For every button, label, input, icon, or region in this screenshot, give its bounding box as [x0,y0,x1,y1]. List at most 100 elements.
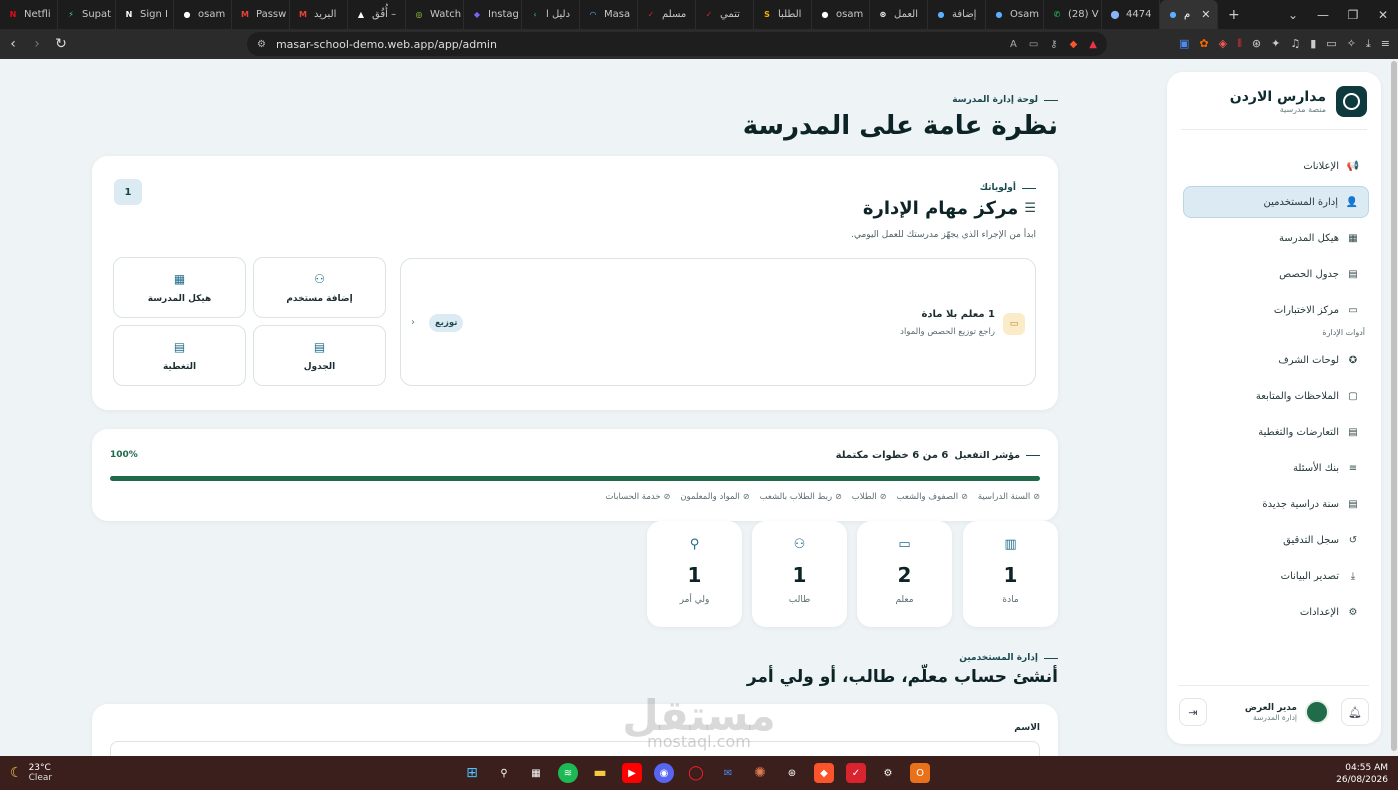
sidebar-item[interactable]: ▤ التعارضات والتغطية [1183,416,1369,448]
browser-tab[interactable]: S الطلبا [754,0,812,29]
wallet-icon[interactable]: ▭ [1326,37,1336,51]
name-input[interactable] [110,741,1040,756]
brave-rewards-icon[interactable]: ▲ [1089,39,1097,50]
claude-icon[interactable]: ✺ [750,763,770,783]
password-key-icon[interactable]: ⚷ [1050,39,1057,50]
search-icon[interactable]: ⚲ [494,763,514,783]
office-icon[interactable]: O [910,763,930,783]
maximize-button[interactable]: ❐ [1338,8,1368,22]
browser-tab[interactable]: ‹ دليل ا [522,0,580,29]
weather-widget[interactable]: ☾ 23°C Clear [10,763,52,783]
leo-ai-icon[interactable]: ✧ [1347,37,1356,51]
translate-icon[interactable]: A [1010,39,1017,50]
music-icon[interactable]: ♫ [1290,37,1300,51]
mail-icon[interactable]: ✉ [718,763,738,783]
sidebar-item[interactable]: ▤ سنة دراسية جديدة [1183,488,1369,520]
app-icon[interactable]: ✓ [846,763,866,783]
browser-tab[interactable]: N Netfli [0,0,58,29]
sidebar-item[interactable]: ▤ جدول الحصص [1183,258,1369,290]
stat-teachers[interactable]: ▭ 2 معلم [857,521,952,627]
forward-icon[interactable]: › [26,36,48,52]
avatar[interactable] [1305,700,1329,724]
school-structure-button[interactable]: ▦ هيكل المدرسة [113,257,246,318]
priority-tag[interactable]: توزيع [429,314,464,332]
browser-tab[interactable]: N Sign I [116,0,174,29]
extension-icon[interactable]: ▣ [1179,37,1189,51]
address-bar[interactable]: ⚙ masar-school-demo.web.app/app/admin A … [247,32,1107,56]
brave-icon[interactable]: ◆ [814,763,834,783]
sidebar-item[interactable]: ⚙ الإعدادات [1183,596,1369,628]
brand[interactable]: مدارس الاردن منصة مدرسية [1230,86,1367,117]
stat-parents[interactable]: ⚲ 1 ولي أمر [647,521,742,627]
tab-search-icon[interactable]: ⌄ [1278,8,1308,22]
browser-tab[interactable]: M البريد [290,0,348,29]
browser-tab[interactable]: ● إضافة [928,0,986,29]
browser-tab[interactable]: ◆ Instag [464,0,522,29]
close-window-button[interactable]: ✕ [1368,8,1398,22]
browser-tab[interactable]: ⬤ 4474 [1102,0,1160,29]
stat-value: 1 [792,563,807,587]
schedule-button[interactable]: ▤ الجدول [253,325,386,386]
stat-students[interactable]: ⚇ 1 طالب [752,521,847,627]
windows-start-icon[interactable]: ⊞ [462,763,482,783]
browser-tab[interactable]: ● Osam [986,0,1044,29]
sidebar-item[interactable]: ▦ هيكل المدرسة [1183,222,1369,254]
logout-icon[interactable]: ⇥ [1179,698,1207,726]
stat-label: مادة [1002,595,1019,605]
browser-tab[interactable]: ⚡ Supat [58,0,116,29]
browser-tab[interactable]: ◠ Masa [580,0,638,29]
sidebar-toggle-icon[interactable]: ▮ [1310,37,1316,51]
cast-icon[interactable]: ▭ [1029,39,1038,50]
priority-title: 1 معلم بلا مادة [921,309,995,320]
minimize-button[interactable]: — [1308,8,1338,22]
reload-icon[interactable]: ↻ [50,36,72,52]
priority-task[interactable]: ▭ 1 معلم بلا مادة راجع توزيع الحصص والمو… [400,258,1036,386]
sidebar-item[interactable]: ⤓ تصدير البيانات [1183,560,1369,592]
browser-tab[interactable]: ● م ✕ [1160,0,1218,29]
browser-tab[interactable]: M Passw [232,0,290,29]
opera-icon[interactable]: ◯ [686,763,706,783]
browser-tab[interactable]: ✓ تتمي [696,0,754,29]
chatgpt-icon[interactable]: ⊛ [782,763,802,783]
browser-tab[interactable]: ● osam [174,0,232,29]
browser-tab[interactable]: ● osam [812,0,870,29]
sidebar-item[interactable]: 👤 إدارة المستخدمين [1183,186,1369,218]
store-icon[interactable]: ▦ [526,763,546,783]
extension-icon[interactable]: ⦀ [1237,37,1242,51]
coverage-button[interactable]: ▤ التغطية [113,325,246,386]
sidebar-item[interactable]: ≡ بنك الأسئلة [1183,452,1369,484]
file-explorer-icon[interactable]: ▬ [590,763,610,783]
sidebar-item[interactable]: ✪ لوحات الشرف [1183,344,1369,376]
download-icon[interactable]: ⤓ [1366,37,1371,51]
page-scrollbar[interactable] [1390,59,1398,756]
presentation-icon: ▭ [898,537,911,552]
menu-icon[interactable]: ≡ [1381,37,1390,51]
brave-shield-icon[interactable]: ◆ [1070,39,1078,50]
activation-step: ⊘السنة الدراسية [978,492,1040,502]
browser-tab[interactable]: ✓ مسلم [638,0,696,29]
extension-icon[interactable]: ✿ [1199,37,1208,51]
site-info-icon[interactable]: ⚙ [257,39,266,50]
stat-subjects[interactable]: ▥ 1 مادة [963,521,1058,627]
browser-tab[interactable]: ⊛ العمل [870,0,928,29]
sidebar-item[interactable]: ↺ سجل التدقيق [1183,524,1369,556]
browser-tab[interactable]: ✆ (28) V [1044,0,1102,29]
add-user-button[interactable]: ⚇ إضافة مستخدم [253,257,386,318]
clock[interactable]: 04:55 AM 26/08/2026 [1336,762,1388,786]
notifications-bell-icon[interactable]: 🔔︎ [1341,698,1369,726]
back-icon[interactable]: ‹ [2,36,24,52]
youtube-icon[interactable]: ▶ [622,763,642,783]
extensions-puzzle-icon[interactable]: ✦ [1271,37,1280,51]
extension-icon[interactable]: ⊛ [1252,37,1261,51]
sidebar-item[interactable]: ▭ مركز الاختبارات [1183,294,1369,326]
browser-tab[interactable]: ◎ Watch [406,0,464,29]
discord-icon[interactable]: ◉ [654,763,674,783]
spotify-icon[interactable]: ≋ [558,763,578,783]
extension-icon[interactable]: ◈ [1219,37,1227,51]
close-tab-icon[interactable]: ✕ [1201,8,1210,21]
settings-gear-icon[interactable]: ⚙ [878,763,898,783]
new-tab-button[interactable]: + [1218,7,1250,23]
sidebar-item[interactable]: ▢ الملاحظات والمتابعة [1183,380,1369,412]
browser-tab[interactable]: ▲ أُفُق – [348,0,406,29]
sidebar-item[interactable]: 📢 الإعلانات [1183,150,1369,182]
